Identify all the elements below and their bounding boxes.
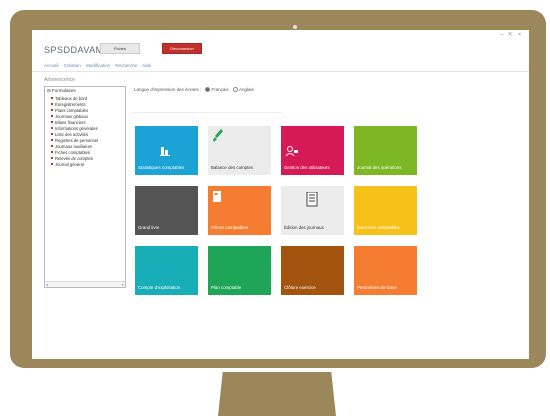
language-selector: Langue d'impression des écrans : Françai… xyxy=(134,87,254,93)
tile-3[interactable]: Gestion des utilisateurs xyxy=(281,126,344,175)
document-icon xyxy=(212,190,222,208)
menu-item-help[interactable]: Aide xyxy=(142,63,151,68)
radio-english[interactable] xyxy=(232,87,238,93)
tile-4[interactable]: Journal des opérations xyxy=(354,126,417,175)
tile-label: Exercices comptables xyxy=(357,225,400,230)
tile-label: Statistiques comptables xyxy=(138,165,185,170)
tile-12[interactable]: Paramètres de base xyxy=(354,246,417,295)
radio-english-label[interactable]: Anglais xyxy=(239,87,254,92)
bar-chart-icon xyxy=(159,143,171,161)
scroll-right-icon[interactable]: ▸ xyxy=(122,282,124,287)
users-icon xyxy=(285,144,299,162)
logout-button[interactable]: Déconnexion xyxy=(162,43,202,54)
tile-label: Grand livre xyxy=(138,225,160,230)
tile-label: Plan comptable xyxy=(211,285,242,290)
radio-french-label[interactable]: Français xyxy=(211,87,228,92)
tile-1[interactable]: Statistiques comptables xyxy=(135,126,198,175)
window-controls[interactable]: – ⇱ × xyxy=(500,32,523,38)
header-divider xyxy=(32,71,529,72)
tile-5[interactable]: Grand livre xyxy=(135,186,198,235)
tile-label: Journal des opérations xyxy=(357,165,402,170)
tree-root[interactable]: ⊟ Formulaires xyxy=(45,87,125,95)
menu-item-search[interactable]: Recherche xyxy=(115,63,137,68)
tree-panel: Arborescence ⊟ Formulaires Tableaux de b… xyxy=(44,77,126,297)
tile-6[interactable]: Pièces comptables xyxy=(208,186,271,235)
content-divider xyxy=(132,112,282,113)
tile-11[interactable]: Clôture exercice xyxy=(281,246,344,295)
tree-scrollbar[interactable]: ◂ ▸ xyxy=(45,281,125,287)
tree-item[interactable]: Journal général xyxy=(45,161,125,167)
tile-label: Édition des journaux xyxy=(284,225,324,230)
tile-7[interactable]: Édition des journaux xyxy=(281,186,344,235)
monitor-stand xyxy=(218,372,336,416)
brush-icon xyxy=(212,129,224,148)
tile-label: Paramètres de base xyxy=(357,285,397,290)
tile-8[interactable]: Exercices comptables xyxy=(354,186,417,235)
tile-grid: Statistiques comptables Balance des compt… xyxy=(135,126,417,295)
tile-label: Gestion des utilisateurs xyxy=(284,165,330,170)
menu-item-create[interactable]: Création xyxy=(64,63,81,68)
menu-item-edit[interactable]: Modification xyxy=(86,63,110,68)
tree-title: Arborescence xyxy=(44,77,75,83)
tile-label: Compte d'exploitation xyxy=(138,285,181,290)
tile-label: Balance des comptes xyxy=(211,165,253,170)
app-screen: – ⇱ × SPSDDAVAM Fiches Déconnexion Accue… xyxy=(32,30,529,359)
tile-9[interactable]: Compte d'exploitation xyxy=(135,246,198,295)
radio-french[interactable] xyxy=(205,87,211,93)
scroll-left-icon[interactable]: ◂ xyxy=(46,282,48,287)
tile-label: Pièces comptables xyxy=(211,225,248,230)
tile-label: Clôture exercice xyxy=(284,285,316,290)
menu-bar: Accueil Création Modification Recherche … xyxy=(44,63,155,68)
tile-2[interactable]: Balance des comptes xyxy=(208,126,271,175)
tree-view[interactable]: ⊟ Formulaires Tableaux de bord Enregistre… xyxy=(44,86,126,288)
fiches-button[interactable]: Fiches xyxy=(100,43,140,54)
report-icon xyxy=(305,191,319,213)
camera-dot xyxy=(293,25,297,29)
monitor-frame: – ⇱ × SPSDDAVAM Fiches Déconnexion Accue… xyxy=(10,10,546,368)
app-title: SPSDDAVAM xyxy=(44,45,104,55)
menu-item-home[interactable]: Accueil xyxy=(44,63,59,68)
language-label: Langue d'impression des écrans : xyxy=(134,87,202,92)
tile-10[interactable]: Plan comptable xyxy=(208,246,271,295)
